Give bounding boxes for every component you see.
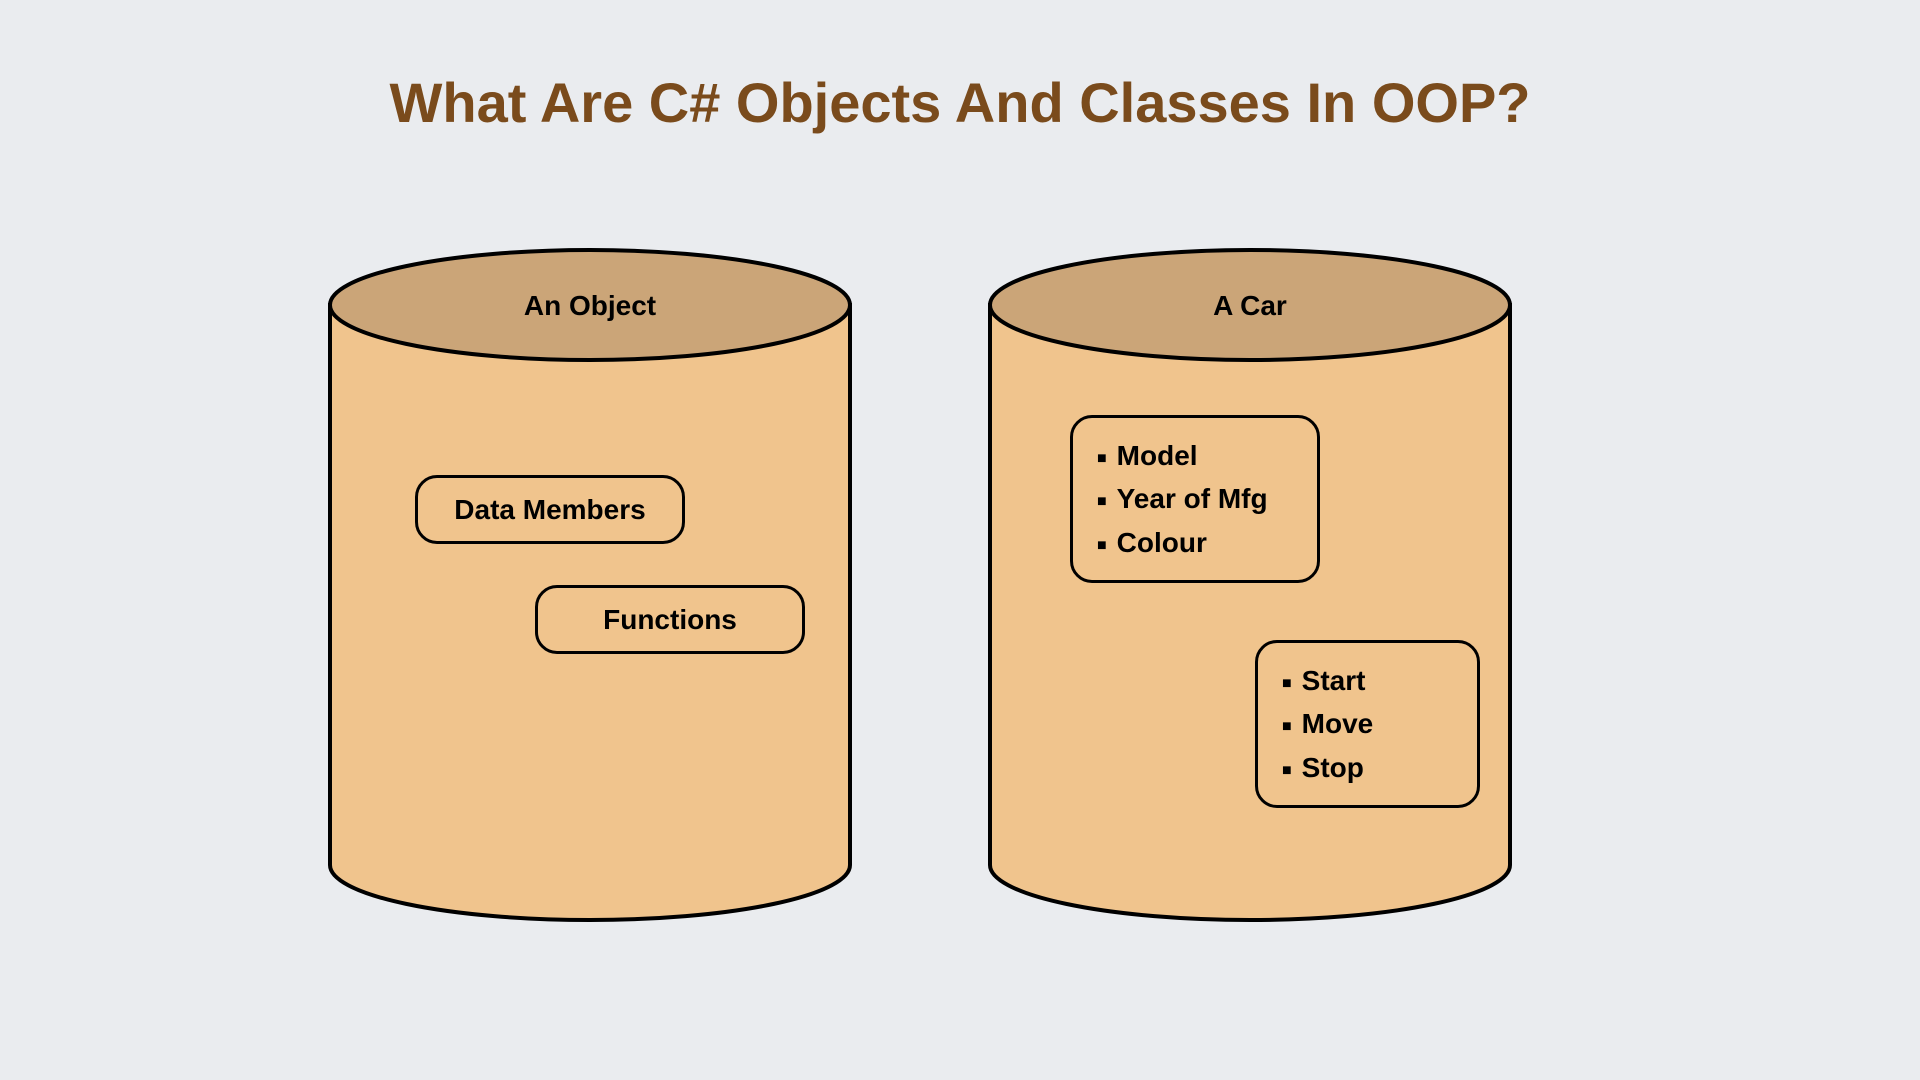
cylinder-shape <box>970 235 1530 955</box>
functions-box: Functions <box>535 585 805 654</box>
data-members-box: Data Members <box>415 475 685 544</box>
car-attributes-list: Model Year of Mfg Colour <box>1097 434 1293 564</box>
page-title: What Are C# Objects And Classes In OOP? <box>390 70 1531 135</box>
car-cylinder: A Car Model Year of Mfg Colour Start Mov… <box>970 235 1530 935</box>
object-label: An Object <box>524 290 656 322</box>
car-methods-list: Start Move Stop <box>1282 659 1453 789</box>
list-item: Move <box>1282 702 1453 745</box>
list-item: Start <box>1282 659 1453 702</box>
list-item: Model <box>1097 434 1293 477</box>
list-item: Stop <box>1282 746 1453 789</box>
car-methods-box: Start Move Stop <box>1255 640 1480 808</box>
car-attributes-box: Model Year of Mfg Colour <box>1070 415 1320 583</box>
car-label: A Car <box>1213 290 1287 322</box>
object-cylinder: An Object Data Members Functions <box>310 235 870 935</box>
list-item: Year of Mfg <box>1097 477 1293 520</box>
list-item: Colour <box>1097 521 1293 564</box>
